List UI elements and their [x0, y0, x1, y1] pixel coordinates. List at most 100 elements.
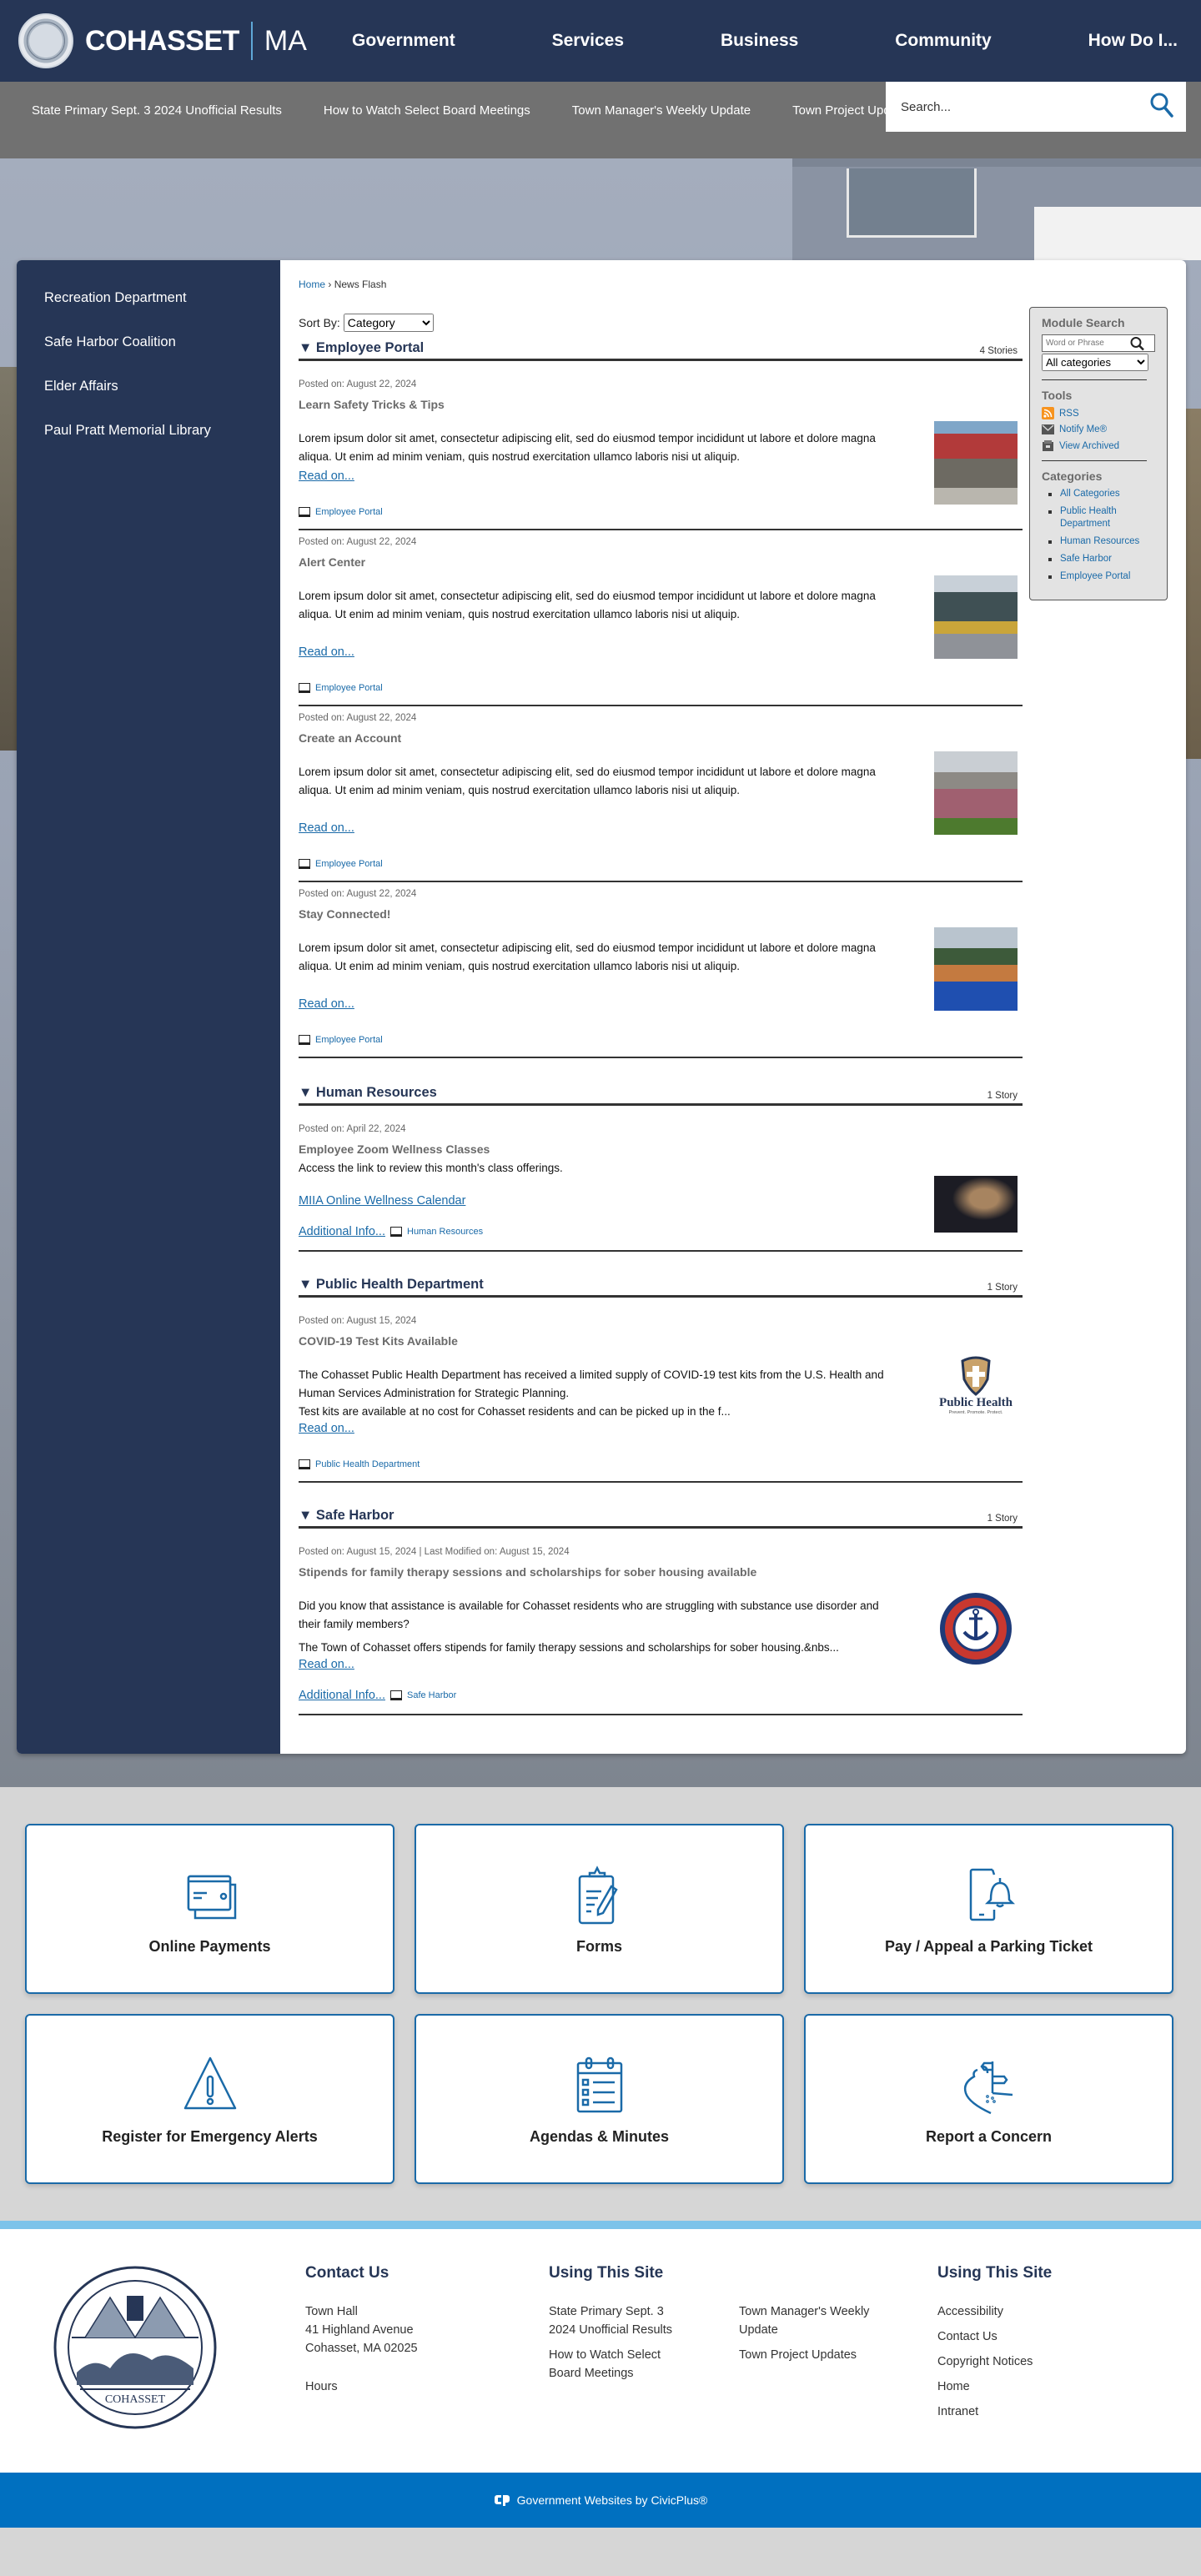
category-list-item[interactable]: Safe Harbor	[1042, 553, 1155, 565]
site-logo[interactable]: COHASSET MA	[18, 13, 335, 68]
safe-harbor-logo[interactable]	[934, 1592, 1018, 1675]
tool-rss[interactable]: RSS	[1042, 407, 1155, 419]
category-link[interactable]: Safe Harbor	[407, 1690, 456, 1700]
news-title[interactable]: Stipends for family therapy sessions and…	[299, 1565, 1023, 1579]
tile-label: Register for Emergency Alerts	[102, 2127, 318, 2145]
nav-business[interactable]: Business	[721, 31, 798, 51]
news-title[interactable]: Stay Connected!	[299, 907, 1023, 921]
read-on-link[interactable]: Read on...	[299, 997, 354, 1011]
footer-link-accessibility[interactable]: Accessibility	[937, 2302, 1052, 2321]
credit-card-icon	[187, 1875, 236, 1919]
read-on-link[interactable]: Read on...	[299, 470, 354, 483]
tools-title: Tools	[1042, 389, 1073, 402]
main-nav: Government Services Business Community H…	[335, 31, 1184, 51]
nav-government[interactable]: Government	[352, 31, 455, 51]
tile-forms[interactable]: Forms	[415, 1824, 784, 1994]
read-on-link[interactable]: Read on...	[299, 1422, 354, 1435]
archive-icon	[1043, 440, 1053, 451]
category-link[interactable]: Employee Portal	[315, 859, 383, 869]
news-title[interactable]: Create an Account	[299, 731, 1023, 745]
category-link[interactable]: Human Resources	[407, 1227, 483, 1237]
read-on-link[interactable]: Read on...	[299, 645, 354, 659]
module-search-input[interactable]	[1046, 339, 1129, 348]
news-title[interactable]: Employee Zoom Wellness Classes	[299, 1142, 1023, 1156]
search-icon[interactable]	[1149, 92, 1174, 123]
sidenav-item-recreation[interactable]: Recreation Department	[17, 287, 280, 331]
search-icon[interactable]	[1129, 336, 1146, 351]
sidenav-item-elder-affairs[interactable]: Elder Affairs	[17, 375, 280, 419]
sort-label: Sort By:	[299, 316, 340, 329]
tool-view-archived[interactable]: View Archived	[1042, 439, 1155, 452]
category-list-item[interactable]: Human Resources	[1042, 535, 1155, 548]
category-title: ▼ Employee Portal	[299, 340, 425, 355]
book-icon	[299, 1035, 310, 1045]
category-list-item[interactable]: Employee Portal	[1042, 570, 1155, 583]
footer-link[interactable]: State Primary Sept. 3 2024 Unofficial Re…	[549, 2302, 682, 2339]
news-thumbnail[interactable]	[934, 421, 1018, 505]
category-list-item[interactable]: All Categories	[1042, 488, 1155, 500]
quick-link[interactable]: How to Watch Select Board Meetings	[324, 98, 530, 123]
sidenav-item-safe-harbor[interactable]: Safe Harbor Coalition	[17, 331, 280, 375]
category-tag: Public Health Department	[299, 1459, 1023, 1469]
category-header[interactable]: ▼ Human Resources 1 Story	[299, 1085, 1023, 1106]
news-item: Posted on: August 22, 2024 Create an Acc…	[299, 706, 1023, 882]
category-link[interactable]: Public Health Department	[315, 1459, 420, 1469]
tool-notify-me[interactable]: Notify Me®	[1042, 424, 1155, 434]
news-thumbnail[interactable]	[934, 927, 1018, 1011]
news-thumbnail[interactable]	[934, 575, 1018, 659]
nav-community[interactable]: Community	[895, 31, 992, 51]
quick-link[interactable]: Town Manager's Weekly Update	[572, 98, 751, 123]
category-header[interactable]: ▼ Safe Harbor 1 Story	[299, 1508, 1023, 1529]
nav-how-do-i[interactable]: How Do I...	[1088, 31, 1178, 51]
module-category-select[interactable]: All categories	[1042, 354, 1148, 371]
story-count: 1 Story	[987, 1514, 1018, 1524]
news-item: Posted on: April 22, 2024 Employee Zoom …	[299, 1106, 1023, 1252]
sidenav-item-library[interactable]: Paul Pratt Memorial Library	[17, 419, 280, 464]
category-header[interactable]: ▼ Public Health Department 1 Story	[299, 1277, 1023, 1298]
footer-link-intranet[interactable]: Intranet	[937, 2403, 1052, 2421]
footer-link[interactable]: Town Manager's Weekly Update	[739, 2302, 881, 2339]
category-link[interactable]: Employee Portal	[315, 683, 383, 693]
additional-info-link[interactable]: Additional Info...	[299, 1225, 385, 1238]
nav-services[interactable]: Services	[552, 31, 624, 51]
footer-link-home[interactable]: Home	[937, 2378, 1052, 2396]
category-link[interactable]: Employee Portal	[315, 507, 383, 517]
tile-report-concern[interactable]: Report a Concern	[804, 2014, 1173, 2184]
tile-online-payments[interactable]: Online Payments	[25, 1824, 394, 1994]
category-header[interactable]: ▼ Employee Portal 4 Stories	[299, 340, 1023, 361]
civicplus-credit-link[interactable]: Government Websites by CivicPlus®	[517, 2493, 708, 2507]
town-seal-icon: COHASSET	[52, 2264, 219, 2431]
hero-section: Recreation Department Safe Harbor Coalit…	[0, 158, 1201, 1787]
news-title[interactable]: Learn Safety Tricks & Tips	[299, 398, 1023, 411]
footer-using-title: Using This Site	[549, 2264, 664, 2282]
footer-link[interactable]: How to Watch Select Board Meetings	[549, 2346, 682, 2383]
footer-link-contact[interactable]: Contact Us	[937, 2327, 1052, 2346]
tile-agendas-minutes[interactable]: Agendas & Minutes	[415, 2014, 784, 2184]
quick-link[interactable]: State Primary Sept. 3 2024 Unofficial Re…	[32, 98, 282, 123]
category-link[interactable]: Employee Portal	[315, 1035, 383, 1045]
category-list-item[interactable]: Public Health Department	[1042, 505, 1155, 530]
site-search-input[interactable]	[901, 99, 1149, 114]
additional-info-link[interactable]: Additional Info...	[299, 1689, 385, 1702]
tile-emergency-alerts[interactable]: Register for Emergency Alerts	[25, 2014, 394, 2184]
clipboard-pencil-icon	[578, 1865, 618, 1924]
read-on-link[interactable]: Read on...	[299, 821, 354, 835]
divider	[1042, 379, 1147, 380]
envelope-icon	[1042, 424, 1054, 434]
news-thumbnail[interactable]	[934, 751, 1018, 835]
sort-select[interactable]: Category	[343, 314, 434, 332]
hours-link[interactable]: Hours	[305, 2378, 549, 2396]
footer-link[interactable]: Town Project Updates	[739, 2346, 881, 2383]
news-title[interactable]: Alert Center	[299, 555, 1023, 569]
footer-link-copyright[interactable]: Copyright Notices	[937, 2353, 1052, 2371]
news-summary: Lorem ipsum dolor sit amet, consectetur …	[299, 590, 876, 620]
wellness-calendar-link[interactable]: MIIA Online Wellness Calendar	[299, 1194, 465, 1208]
news-title[interactable]: COVID-19 Test Kits Available	[299, 1334, 1023, 1348]
read-on-link[interactable]: Read on...	[299, 1658, 354, 1671]
tile-parking-ticket[interactable]: Pay / Appeal a Parking Ticket	[804, 1824, 1173, 1994]
breadcrumb-home[interactable]: Home	[299, 279, 325, 290]
news-thumbnail[interactable]	[934, 1176, 1018, 1233]
news-summary: Lorem ipsum dolor sit amet, consectetur …	[299, 766, 876, 796]
public-health-logo[interactable]: Public Health Prevent. Promote. Protect.	[934, 1356, 1018, 1439]
phone-bell-icon	[969, 1868, 1015, 1921]
